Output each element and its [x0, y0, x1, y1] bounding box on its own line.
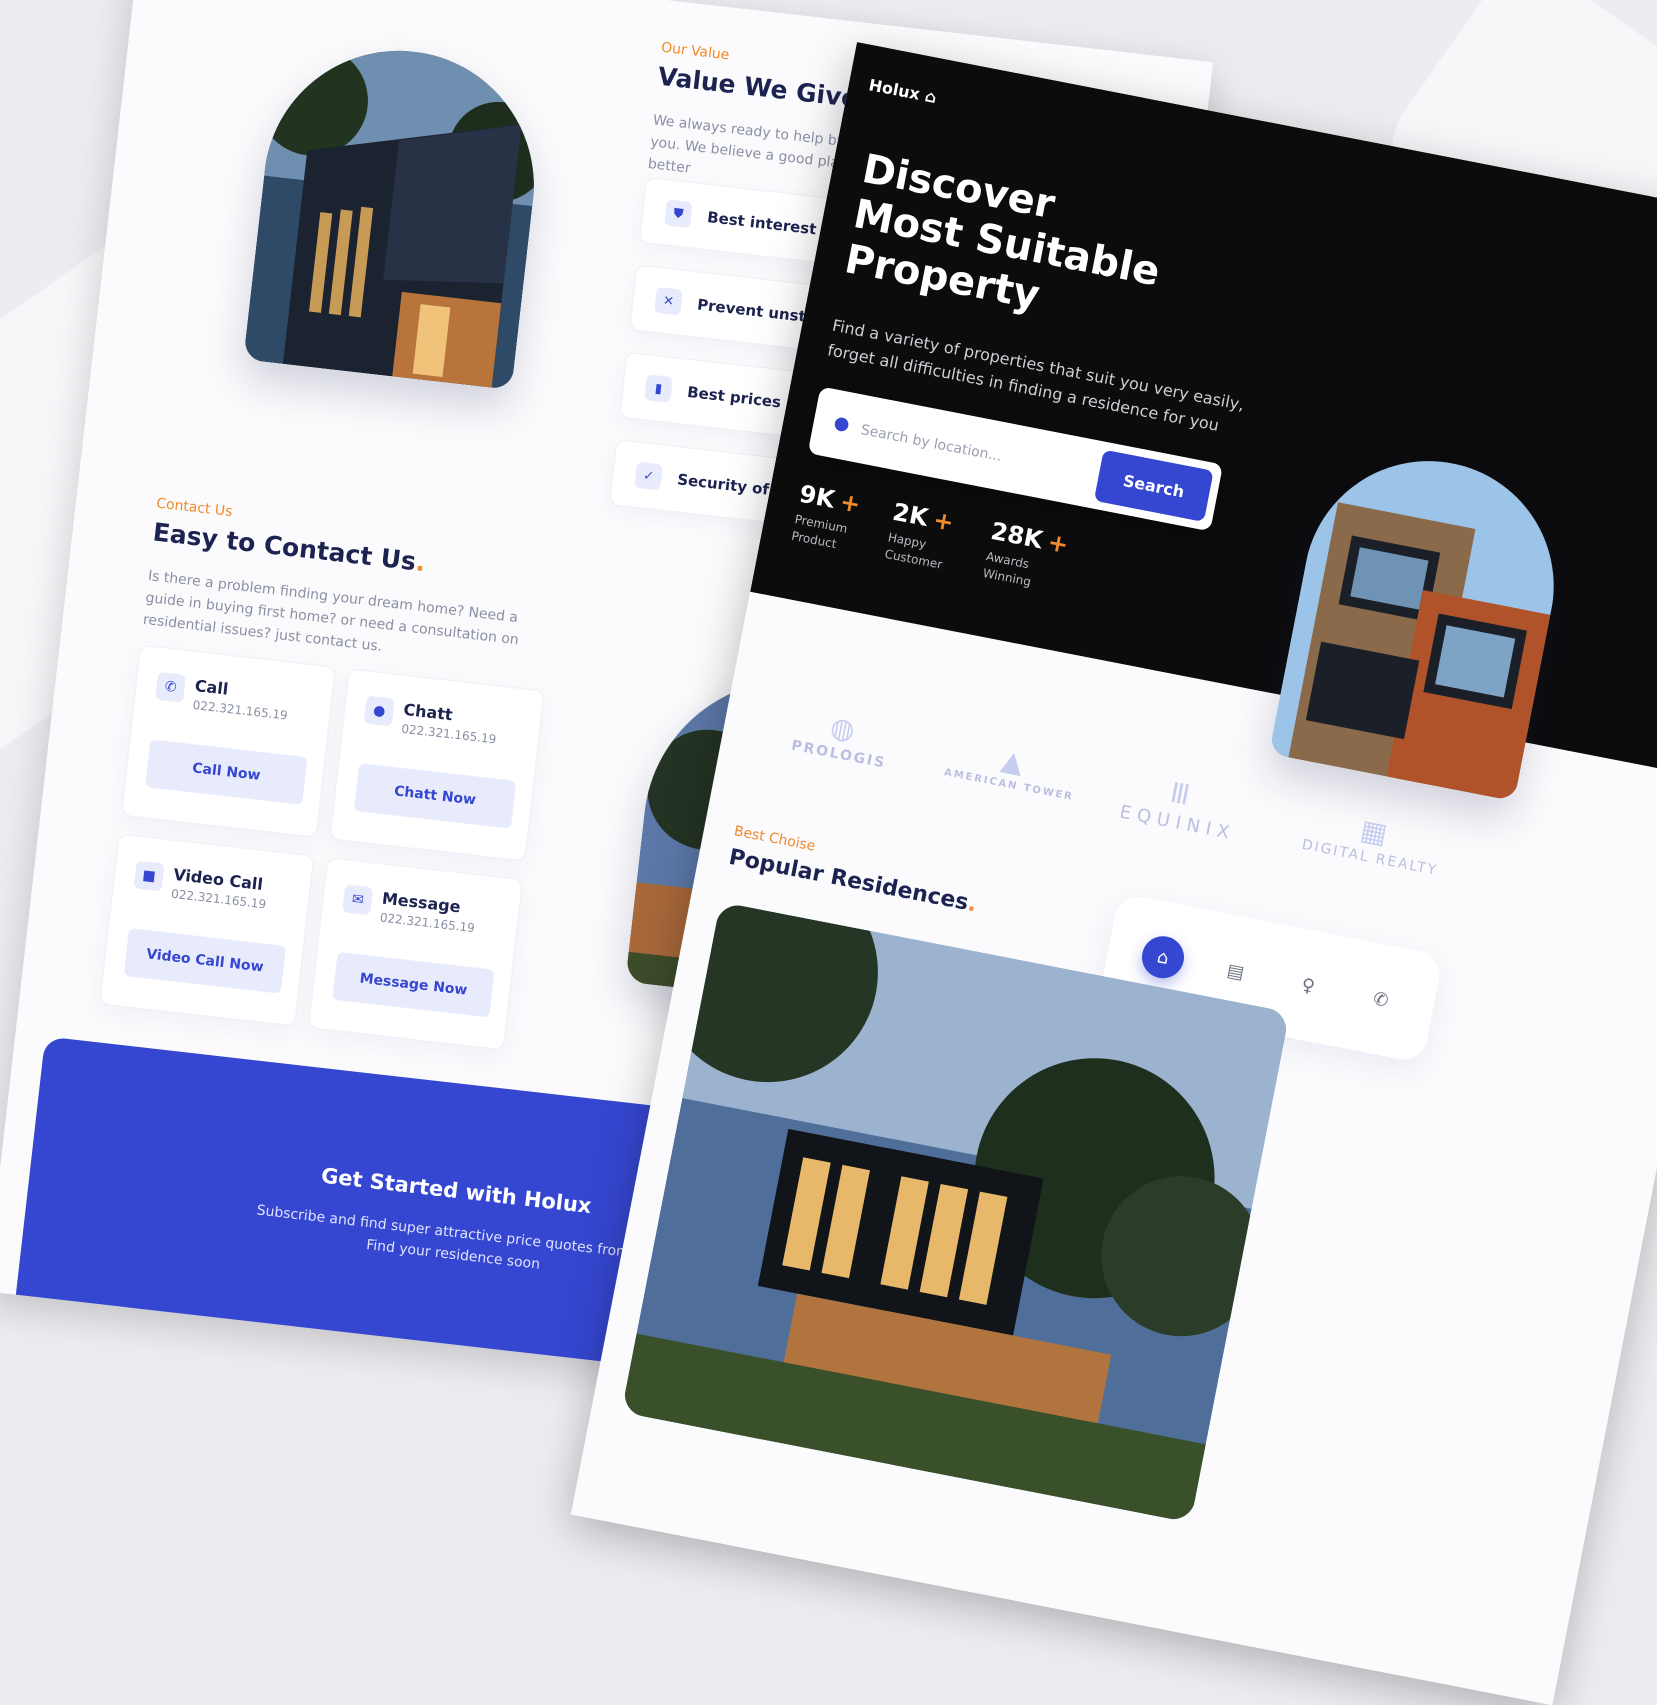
- location-pin-icon: ●: [832, 411, 852, 436]
- contact-title-text: Easy to Contact Us: [151, 517, 418, 577]
- check-icon: ✓: [634, 461, 663, 491]
- contact-card-call: ✆ Call 022.321.165.19 Call Now: [120, 644, 336, 838]
- video-call-now-button[interactable]: Video Call Now: [123, 928, 287, 994]
- home-icon[interactable]: ⌂: [1138, 932, 1188, 982]
- apartment-icon[interactable]: ▤: [1211, 947, 1260, 996]
- stat-plus: +: [930, 505, 957, 537]
- search-button[interactable]: Search: [1093, 449, 1214, 522]
- shield-icon: ⛊: [664, 199, 693, 229]
- cta-subtitle: Subscribe and find super attractive pric…: [255, 1202, 656, 1273]
- stat-value: 9K: [797, 479, 838, 514]
- message-now-button[interactable]: Message Now: [332, 951, 495, 1018]
- house-arch-image: [243, 36, 549, 390]
- call-now-button[interactable]: Call Now: [145, 739, 308, 805]
- mail-icon: ✉: [342, 884, 374, 916]
- contact-title: Easy to Contact Us.: [151, 517, 426, 577]
- popular-title: Popular Residences.: [727, 845, 979, 918]
- stat-premium: 9K+ Premium Product: [790, 480, 871, 558]
- title-dot: .: [414, 547, 427, 578]
- contact-card-video: ■ Video Call 022.321.165.19 Video Call N…: [99, 833, 315, 1027]
- bar-chart-icon: ▮: [644, 374, 673, 403]
- contact-card-message: ✉ Message 022.321.165.19 Message Now: [307, 857, 524, 1051]
- cta-title: Get Started with Holux: [319, 1163, 593, 1219]
- phone-icon: ✆: [155, 671, 187, 703]
- video-icon: ■: [133, 860, 165, 892]
- brand-digital-realty: ▦ DIGITAL REALTY: [1300, 802, 1446, 879]
- residence-image: [621, 901, 1290, 1523]
- contact-card-title: Chatt: [402, 699, 454, 725]
- chatt-now-button[interactable]: Chatt Now: [353, 763, 517, 829]
- chat-icon: ●: [363, 695, 395, 727]
- brand-american-tower: ▲ AMERICAN TOWER: [943, 733, 1081, 803]
- popular-title-text: Popular Residences: [726, 844, 971, 916]
- contact-card-title: Call: [193, 676, 230, 699]
- brand-equinix: Ⅲ EQUINIX: [1118, 767, 1244, 845]
- contact-eyebrow: Contact Us: [155, 495, 234, 521]
- contact-card-number: 022.321.165.19: [400, 721, 498, 747]
- stat-plus: +: [837, 487, 863, 519]
- contact-card-chat: ● Chatt 022.321.165.19 Chatt Now: [329, 668, 545, 862]
- phone-icon[interactable]: ✆: [1356, 975, 1405, 1024]
- stat-customer: 2K+ Happy Customer: [883, 498, 964, 576]
- contact-card-number: 022.321.165.19: [191, 697, 289, 723]
- x-icon: ✕: [654, 286, 683, 316]
- value-eyebrow: Our Value: [660, 39, 731, 64]
- bulb-icon[interactable]: ♀: [1284, 961, 1333, 1010]
- stat-value: 2K: [890, 497, 931, 532]
- brand-prologis: ◍ PROLOGIS: [790, 703, 894, 772]
- contact-card-number: 022.321.165.19: [379, 910, 476, 936]
